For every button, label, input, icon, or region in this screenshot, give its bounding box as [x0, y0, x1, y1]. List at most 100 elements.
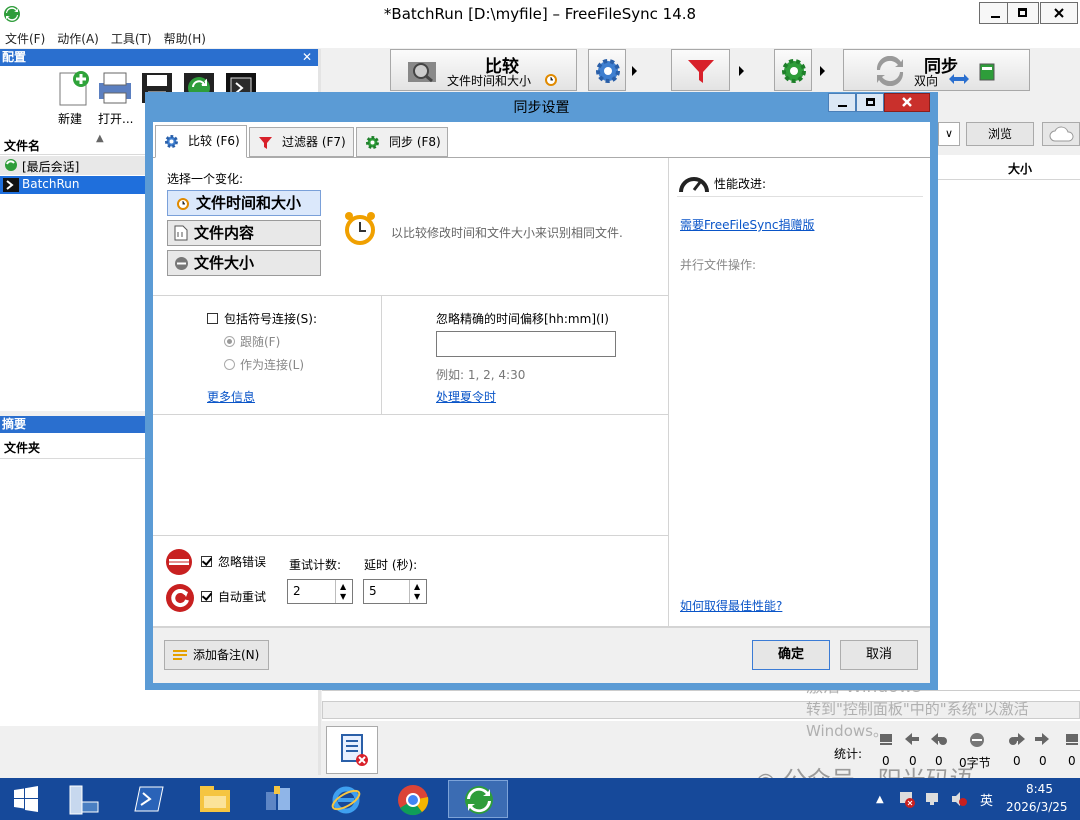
stepper-buttons[interactable]: ▲ ▼	[335, 580, 352, 603]
menu-action[interactable]: 动作(A)	[52, 28, 106, 47]
log-button[interactable]	[326, 726, 378, 774]
retry-icon	[165, 583, 195, 613]
sync-settings-dialog: 同步设置 比较 (F6) 过滤器 (F7) 同步 (F8) 选择一个变化: 文件…	[145, 92, 938, 690]
log-icon	[339, 733, 369, 767]
alarm-clock-icon	[343, 210, 377, 246]
tray-ime[interactable]: 英	[980, 790, 993, 809]
time-offset-input[interactable]	[436, 331, 616, 357]
dialog-maximize-button[interactable]	[856, 93, 884, 112]
best-performance-link[interactable]: 如何取得最佳性能?	[680, 597, 782, 614]
ignore-errors-icon	[165, 548, 193, 576]
internet-explorer-icon[interactable]	[316, 780, 376, 818]
as-link-radio[interactable]	[224, 359, 235, 370]
note-icon	[172, 649, 188, 663]
chrome-icon[interactable]	[382, 780, 442, 818]
variant-time-size-button[interactable]: 文件时间和大小	[167, 190, 321, 216]
col-filename[interactable]: 文件名	[4, 137, 40, 154]
stat-update-right-icon	[1034, 732, 1050, 746]
start-button[interactable]	[0, 780, 60, 818]
browse-button[interactable]: 浏览	[966, 122, 1034, 146]
tray-time[interactable]: 8:45	[1026, 782, 1053, 796]
stat-value: 0	[1013, 754, 1021, 768]
auto-retry-checkbox[interactable]	[201, 591, 212, 602]
tray-network-icon[interactable]	[924, 790, 942, 808]
ok-button[interactable]: 确定	[752, 640, 830, 670]
watermark-line2: 转到"控制面板"中的"系统"以激活	[806, 700, 1029, 718]
filter-icon	[258, 136, 273, 150]
synchronize-button[interactable]: 同步 双向	[843, 49, 1030, 91]
cloud-icon	[1049, 126, 1075, 142]
window-titlebar: *BatchRun [D:\myfile] – FreeFileSync 14.…	[0, 0, 1080, 29]
stat-create-right-icon	[1064, 732, 1080, 746]
dialog-minimize-button[interactable]	[828, 93, 856, 112]
col-size[interactable]: 大小	[1008, 160, 1032, 177]
sync-arrows-icon	[874, 56, 906, 86]
more-info-link[interactable]: 更多信息	[207, 388, 255, 405]
config-panel-close-icon[interactable]: ✕	[302, 50, 312, 64]
as-link-label: 作为连接(L)	[240, 358, 305, 372]
sync-icon	[3, 158, 19, 172]
right-folder-bar: ∨ 浏览	[938, 120, 1080, 150]
menu-help[interactable]: 帮助(H)	[159, 28, 213, 47]
add-note-button[interactable]: 添加备注(N)	[164, 640, 269, 670]
filter-dropdown-arrow[interactable]	[739, 66, 744, 76]
col-folder[interactable]: 文件夹	[4, 439, 40, 456]
variant-size-button[interactable]: 文件大小	[167, 250, 321, 276]
error-pane: 忽略错误 自动重试 重试计数: 2 ▲ ▼ 延时 (秒): 5 ▲ ▼	[153, 535, 669, 627]
dialog-footer: 添加备注(N) 确定 取消	[153, 627, 930, 683]
tab-filter[interactable]: 过滤器 (F7)	[249, 127, 354, 157]
cloud-button[interactable]	[1042, 122, 1080, 146]
donation-link[interactable]: 需要FreeFileSync捐赠版	[680, 216, 814, 233]
freefilesync-taskbar-icon[interactable]	[448, 780, 508, 818]
choose-variant-label: 选择一个变化:	[167, 172, 244, 186]
db-icon	[978, 62, 996, 82]
tab-compare[interactable]: 比较 (F6)	[155, 125, 247, 158]
cancel-button[interactable]: 取消	[840, 640, 918, 670]
size-icon	[174, 256, 189, 271]
folder-dropdown[interactable]: ∨	[938, 122, 960, 146]
powershell-icon[interactable]	[120, 780, 180, 818]
maximize-button[interactable]	[1007, 2, 1039, 24]
server-manager-icon[interactable]	[58, 780, 118, 818]
close-button[interactable]	[1040, 2, 1078, 24]
stat-value: 0	[1039, 754, 1047, 768]
ignore-errors-checkbox[interactable]	[201, 556, 212, 567]
example-text: 例如: 1, 2, 4:30	[436, 368, 526, 382]
network-app-icon[interactable]	[248, 780, 308, 818]
menu-tools[interactable]: 工具(T)	[106, 28, 159, 47]
open-config-button[interactable]	[96, 69, 134, 107]
retry-count-stepper[interactable]: 2 ▲ ▼	[287, 579, 353, 604]
two-way-arrow-icon	[948, 72, 970, 86]
compare-dropdown-arrow[interactable]	[632, 66, 637, 76]
delay-stepper[interactable]: 5 ▲ ▼	[363, 579, 427, 604]
taskbar: ▲ 英 8:45 2026/3/25	[0, 778, 1080, 820]
compare-settings-button[interactable]	[588, 49, 626, 91]
sync-settings-button[interactable]	[774, 49, 812, 91]
menu-bar: 文件(F) 动作(A) 工具(T) 帮助(H)	[0, 28, 1080, 48]
dialog-body: 比较 (F6) 过滤器 (F7) 同步 (F8) 选择一个变化: 文件时间和大小…	[153, 122, 930, 683]
tab-sync[interactable]: 同步 (F8)	[356, 127, 448, 157]
new-config-button[interactable]	[54, 69, 92, 107]
sync-dropdown-arrow[interactable]	[820, 66, 825, 76]
file-binary-icon	[174, 225, 188, 241]
variant-content-button[interactable]: 文件内容	[167, 220, 321, 246]
dialog-close-button[interactable]	[884, 93, 930, 112]
perf-divider	[677, 196, 923, 197]
stepper-buttons[interactable]: ▲ ▼	[409, 580, 426, 603]
empty-pane	[153, 414, 669, 536]
compare-button[interactable]: 比较 文件时间和大小	[390, 49, 577, 91]
stat-value: 0	[1068, 754, 1076, 768]
tray-date[interactable]: 2026/3/25	[1006, 800, 1068, 814]
ignore-errors-label: 忽略错误	[218, 555, 267, 569]
dst-link[interactable]: 处理夏令时	[436, 388, 496, 405]
file-grid: 大小	[938, 155, 1080, 695]
tray-expand-icon[interactable]: ▲	[876, 794, 884, 805]
follow-radio[interactable]	[224, 336, 235, 347]
tray-flag-icon[interactable]	[898, 790, 916, 808]
tray-volume-icon[interactable]	[950, 790, 968, 808]
menu-file[interactable]: 文件(F)	[0, 28, 52, 47]
file-explorer-icon[interactable]	[184, 780, 244, 818]
filter-button[interactable]	[671, 49, 730, 91]
green-gear-icon	[780, 57, 808, 85]
symlink-checkbox[interactable]	[207, 313, 218, 324]
